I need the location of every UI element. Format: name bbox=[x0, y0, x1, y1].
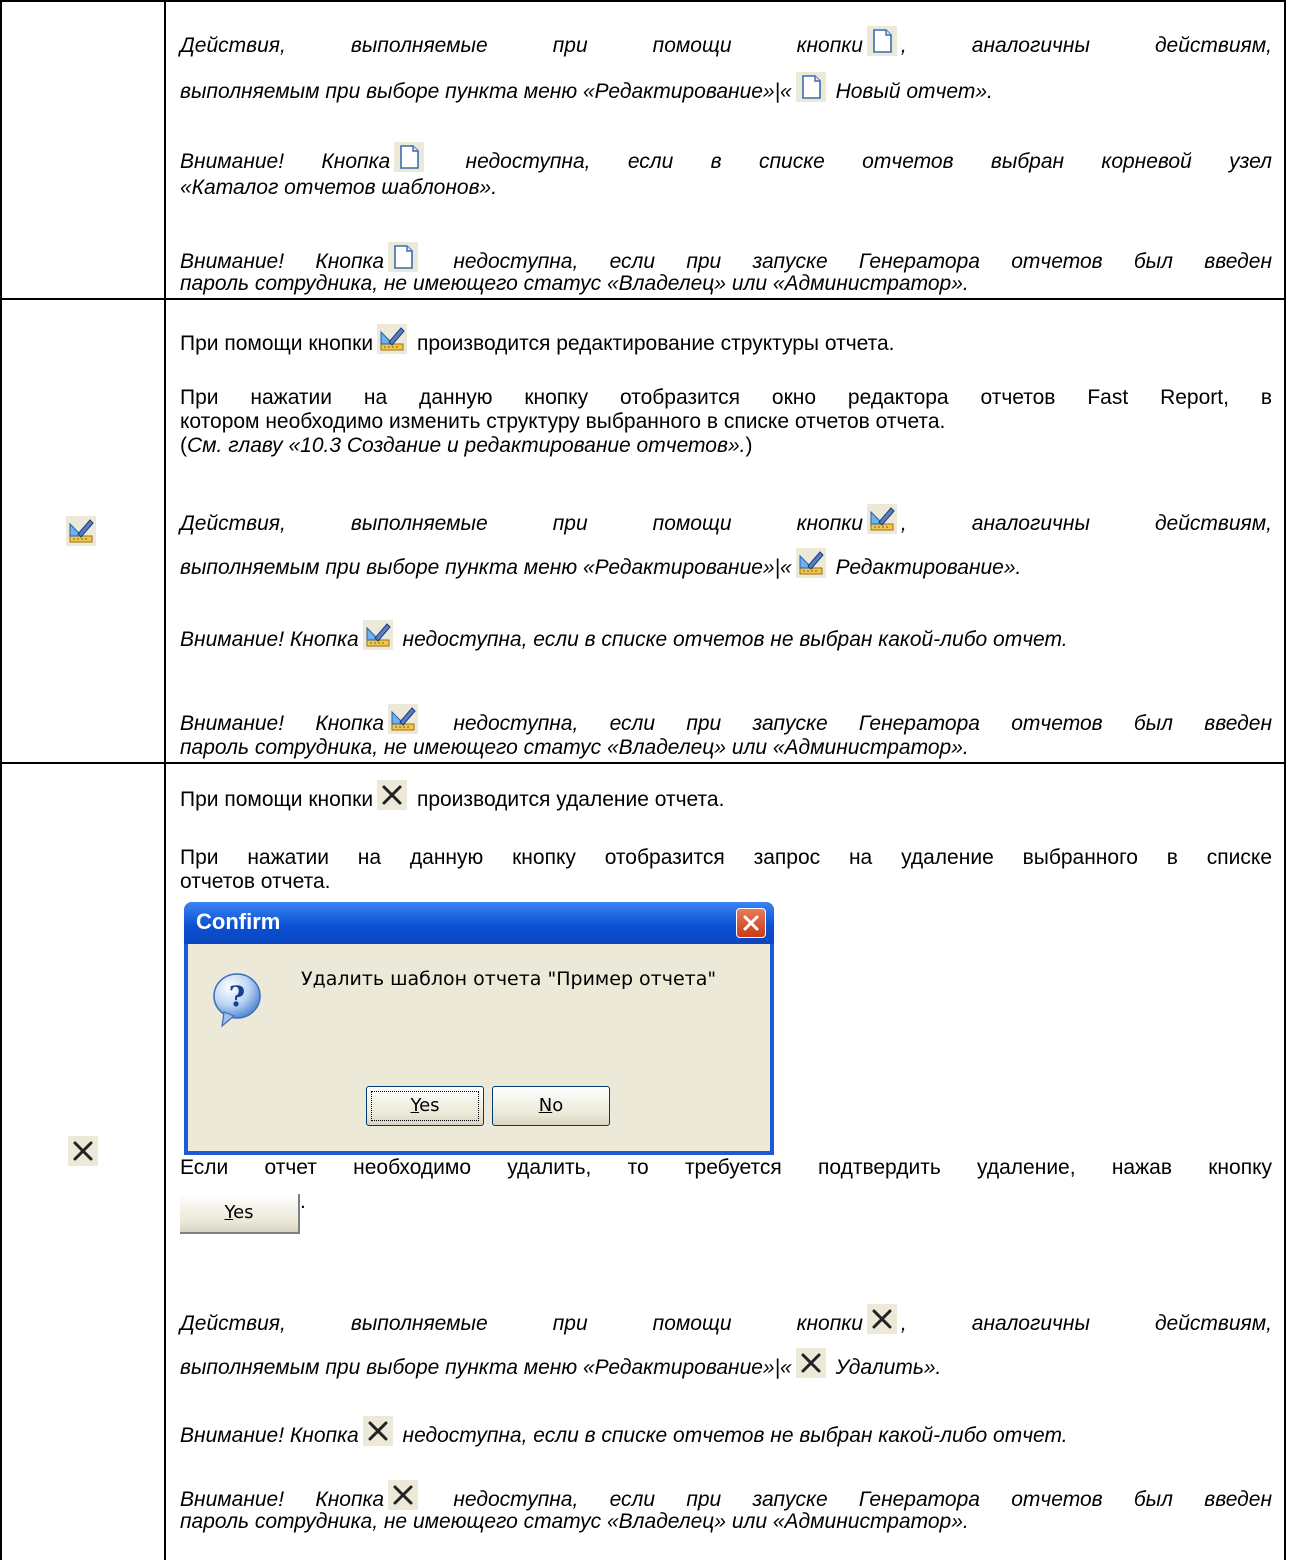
edit-report-icon bbox=[795, 548, 826, 578]
paragraph-text: отчетов отчета. bbox=[180, 870, 331, 893]
paragraph-text: выполняемым при выборе пункта меню «Реда… bbox=[180, 1348, 1272, 1383]
dialog-titlebar: Confirm bbox=[184, 902, 774, 944]
paragraph-text: Действия, выполняемые при помощи кнопки,… bbox=[180, 504, 1272, 539]
yes-button[interactable]: Yes bbox=[366, 1086, 484, 1126]
edit-report-icon bbox=[388, 704, 419, 734]
new-report-icon bbox=[394, 142, 425, 172]
new-report-icon bbox=[795, 72, 826, 102]
warning-text: пароль сотрудника, не имеющего статус «В… bbox=[180, 736, 969, 759]
paragraph-text: (См. главу «10.3 Создание и редактирован… bbox=[180, 434, 753, 457]
delete-icon bbox=[866, 1304, 897, 1334]
warning-text: «Каталог отчетов шаблонов». bbox=[180, 176, 498, 199]
new-report-icon bbox=[866, 26, 897, 56]
warning-text: пароль сотрудника, не имеющего статус «В… bbox=[180, 272, 969, 295]
delete-icon bbox=[377, 780, 408, 810]
edit-report-icon bbox=[377, 324, 408, 354]
focus-ring bbox=[371, 1091, 479, 1121]
svg-text:?: ? bbox=[229, 980, 245, 1013]
question-icon: ? bbox=[212, 972, 262, 1034]
table-border-right bbox=[1284, 0, 1286, 1560]
column-divider bbox=[164, 0, 166, 1560]
edit-report-icon bbox=[866, 504, 897, 534]
paragraph-text: Yes. bbox=[180, 1186, 1272, 1234]
delete-icon bbox=[66, 1134, 100, 1172]
paragraph-text: Действия, выполняемые при помощи кнопки,… bbox=[180, 26, 1272, 61]
close-icon[interactable] bbox=[736, 908, 766, 938]
table-border-left bbox=[0, 0, 2, 1560]
delete-icon bbox=[795, 1348, 826, 1378]
dialog-title: Confirm bbox=[196, 909, 281, 934]
warning-text: Внимание! Кнопка недоступна, если в спис… bbox=[180, 1416, 1272, 1451]
delete-icon bbox=[362, 1416, 393, 1446]
dialog-message: Удалить шаблон отчета "Пример отчета" bbox=[301, 968, 717, 990]
edit-report-icon bbox=[362, 620, 393, 650]
row-new-report: Действия, выполняемые при помощи кнопки,… bbox=[180, 0, 1272, 298]
paragraph-text: Действия, выполняемые при помощи кнопки,… bbox=[180, 1304, 1272, 1339]
yes-button-sample: Yes bbox=[180, 1194, 300, 1234]
dialog-body: ? Удалить шаблон отчета "Пример отчета" … bbox=[188, 944, 770, 1151]
paragraph-text: При помощи кнопки производится удаление … bbox=[180, 780, 1272, 815]
paragraph-text: выполняемым при выборе пункта меню «Реда… bbox=[180, 72, 1272, 107]
warning-text: пароль сотрудника, не имеющего статус «В… bbox=[180, 1510, 969, 1533]
warning-text: Внимание! Кнопка недоступна, если в спис… bbox=[180, 620, 1272, 655]
paragraph-text: Если отчет необходимо удалить, то требуе… bbox=[180, 1156, 1272, 1179]
row-edit-report: При помощи кнопки производится редактиро… bbox=[180, 300, 1272, 762]
no-button[interactable]: No bbox=[492, 1086, 610, 1126]
paragraph-text: При помощи кнопки производится редактиро… bbox=[180, 324, 1272, 359]
confirm-dialog: Confirm ? Удалить шаблон отчета "Пример … bbox=[184, 902, 774, 1155]
paragraph-text: выполняемым при выборе пункта меню «Реда… bbox=[180, 548, 1272, 583]
edit-report-icon bbox=[65, 515, 97, 552]
